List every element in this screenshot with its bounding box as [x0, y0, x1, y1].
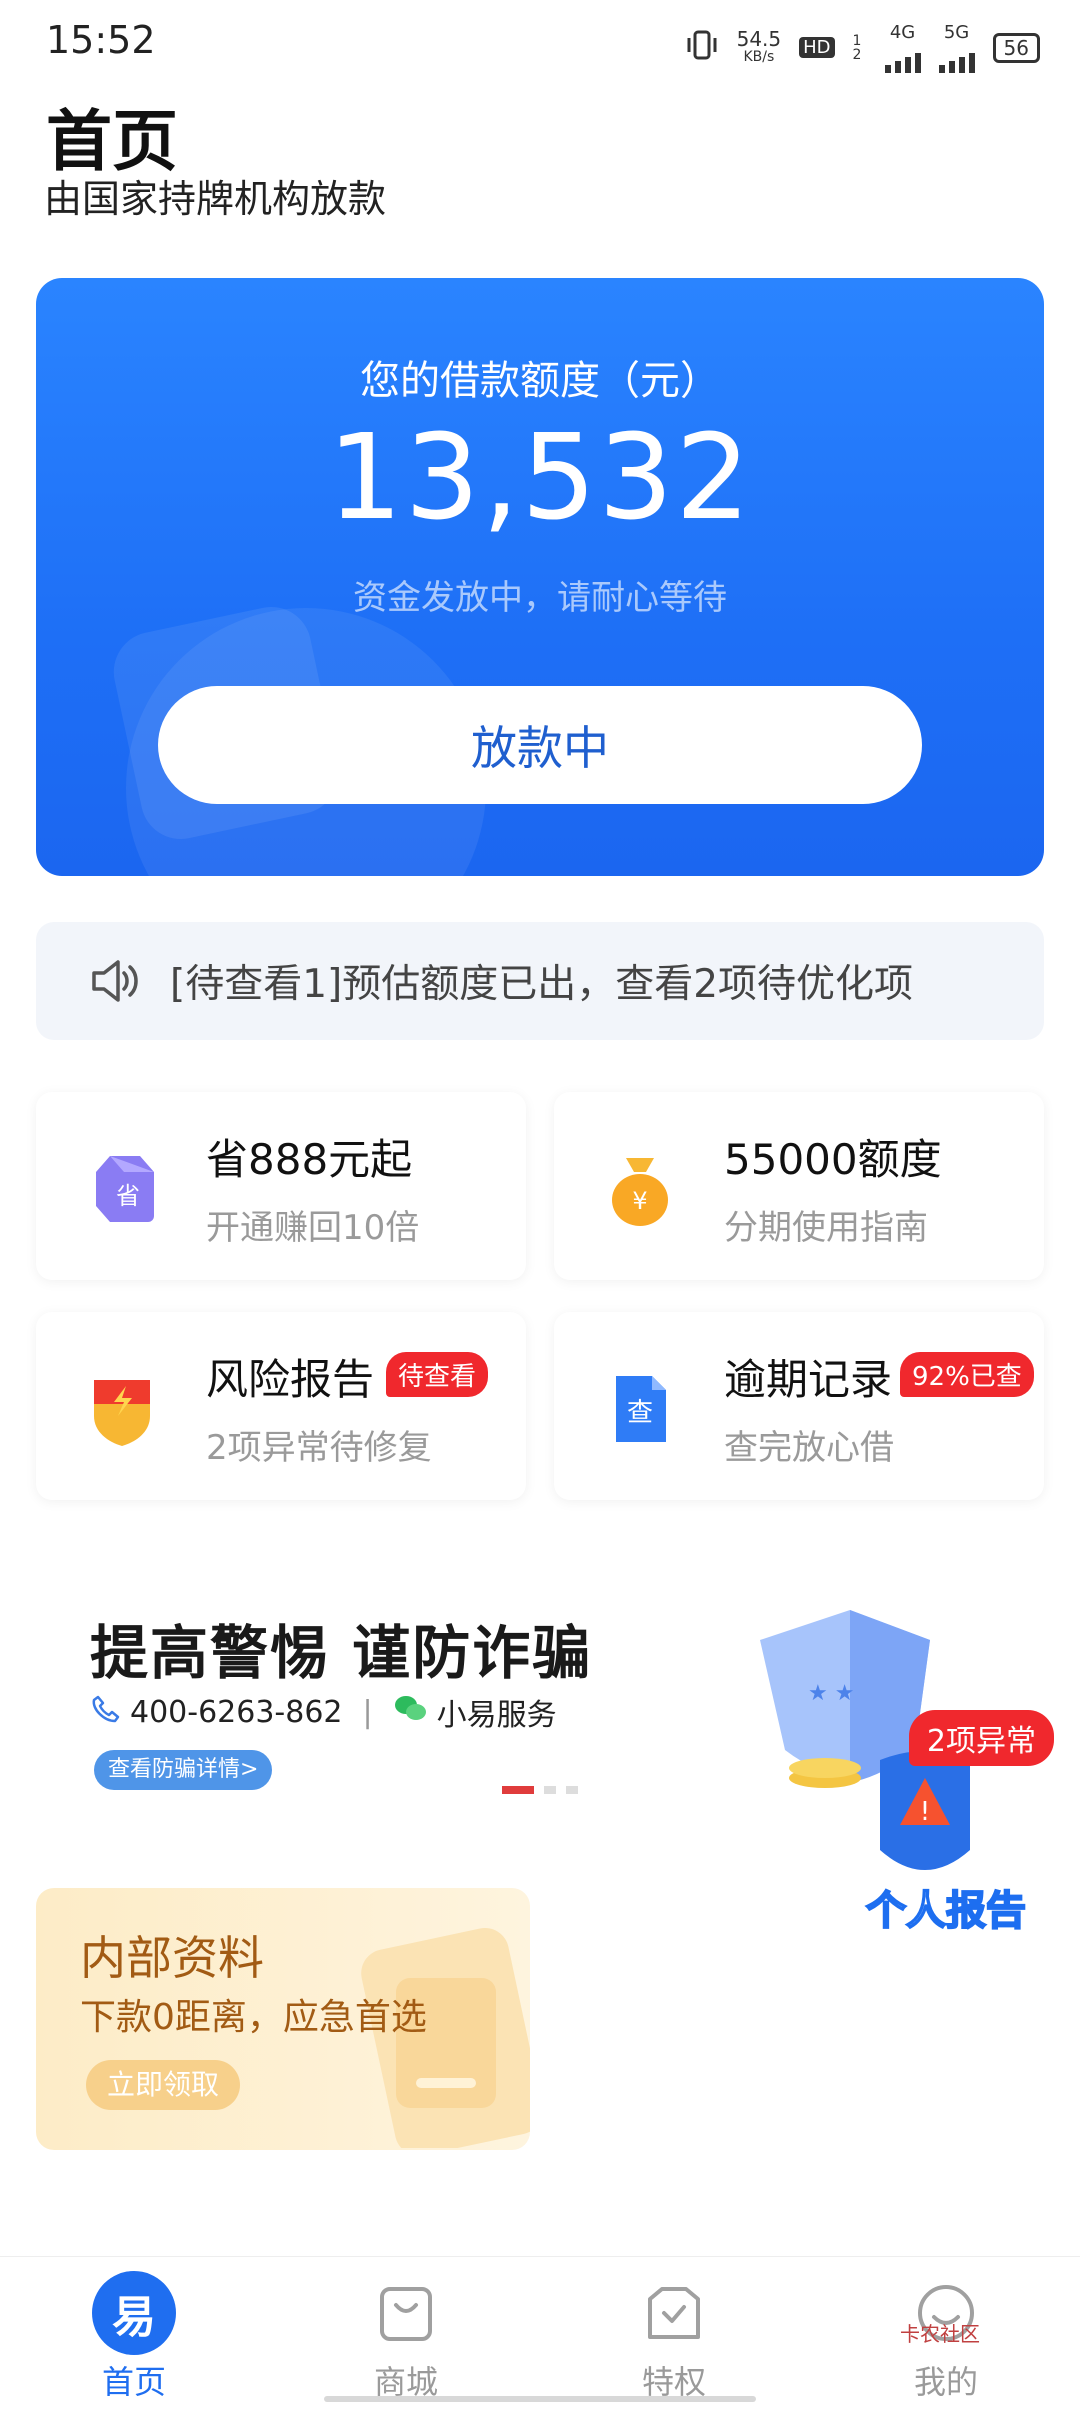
status-icons: 54.5 KB/s HD 1 2 4G 5G 56 — [685, 22, 1040, 73]
internal-data-card[interactable]: 内部资料 下款0距离，应急首选 立即领取 — [36, 1888, 530, 2150]
card-subtitle: 开通赚回10倍 — [206, 1208, 420, 1248]
watermark-logo: 卡农社区 — [900, 2322, 980, 2346]
card-subtitle: 2项异常待修复 — [206, 1428, 432, 1468]
signal-icon-2 — [938, 43, 975, 73]
claim-now-button[interactable]: 立即领取 — [86, 2060, 240, 2110]
loan-amount-label: 您的借款额度（元） — [360, 358, 720, 404]
battery-indicator: 56 — [992, 32, 1040, 63]
tag-icon: 省 — [80, 1146, 164, 1230]
card-title: 55000额度 — [724, 1135, 942, 1184]
hd-icon: HD — [799, 37, 835, 58]
net-speed: 54.5 — [736, 26, 782, 51]
personal-report-float[interactable]: ✦ ★ ★ ! 2项异常 个人报告 — [700, 1600, 1060, 1935]
shield-icon — [80, 1366, 164, 1450]
savings-card[interactable]: 省 省888元起 开通赚回10倍 — [36, 1092, 526, 1280]
speaker-icon — [84, 951, 144, 1011]
loan-amount-card: 您的借款额度（元） 13,532 资金发放中，请耐心等待 放款中 — [36, 278, 1044, 876]
notice-text: [待查看1]预估额度已出，查看2项待优化项 — [170, 962, 914, 1007]
phone-icon — [90, 1693, 120, 1731]
net-speed-unit: KB/s — [743, 48, 775, 65]
card-subtitle: 分期使用指南 — [724, 1208, 928, 1248]
fraud-warning-title: 提高警惕 谨防诈骗 — [90, 1619, 593, 1687]
checked-badge: 92%已查 — [900, 1352, 1034, 1397]
shopping-bag-icon — [370, 2277, 442, 2349]
card-title: 风险报告 — [206, 1355, 375, 1404]
wechat-icon — [393, 1693, 427, 1731]
anomaly-badge: 2项异常 — [908, 1710, 1054, 1766]
carousel-indicator — [502, 1786, 578, 1794]
loan-status-note: 资金发放中，请耐心等待 — [353, 578, 727, 618]
home-indicator[interactable] — [324, 2396, 756, 2402]
personal-report-label: 个人报告 — [865, 1887, 1027, 1935]
privilege-box-icon — [638, 2277, 710, 2349]
notice-bar[interactable]: [待查看1]预估额度已出，查看2项待优化项 — [36, 922, 1044, 1040]
svg-text:¥: ¥ — [632, 1187, 647, 1215]
hotline-number[interactable]: 400-6263-862 — [130, 1695, 343, 1730]
document-icon-label: 查 — [626, 1398, 653, 1428]
document-icon: 查 — [598, 1366, 682, 1450]
overdue-record-card[interactable]: 查 逾期记录 92%已查 查完放心借 — [554, 1312, 1044, 1500]
home-logo-text: 易 — [112, 2292, 156, 2343]
nav-label: 我的 — [913, 2363, 978, 2401]
fraud-details-button[interactable]: 查看防骗详情> — [94, 1750, 273, 1790]
network-5g-label: 5G — [943, 22, 970, 43]
money-bag-icon: ¥ — [598, 1146, 682, 1230]
vibrate-icon — [685, 30, 719, 66]
risk-report-card[interactable]: 风险报告 待查看 2项异常待修复 — [36, 1312, 526, 1500]
fraud-contact-row: 400-6263-862 | 小易服务 — [90, 1690, 557, 1734]
disbursing-button[interactable]: 放款中 — [158, 686, 922, 804]
credit-guide-card[interactable]: ¥ 55000额度 分期使用指南 — [554, 1092, 1044, 1280]
nav-item-privileges[interactable]: 特权 — [584, 2277, 764, 2403]
service-name[interactable]: 小易服务 — [437, 1690, 557, 1734]
svg-text:省: 省 — [116, 1182, 140, 1210]
card-title: 逾期记录 — [724, 1355, 893, 1404]
internal-data-title: 内部资料 — [80, 1931, 264, 1985]
status-time: 15:52 — [46, 18, 156, 62]
sim-slots: 1 2 — [852, 32, 862, 63]
svg-text:!: ! — [920, 1797, 930, 1827]
nav-item-home[interactable]: 易 首页 — [44, 2271, 224, 2403]
internal-data-subtitle: 下款0距离，应急首选 — [80, 1997, 427, 2038]
card-subtitle: 查完放心借 — [724, 1428, 894, 1468]
svg-text:★ ★: ★ ★ — [808, 1681, 854, 1706]
nav-label: 首页 — [101, 2363, 166, 2401]
pending-badge: 待查看 — [386, 1352, 489, 1397]
home-logo-icon: 易 — [92, 2271, 176, 2355]
card-title: 省888元起 — [206, 1135, 413, 1184]
nav-item-mall[interactable]: 商城 — [316, 2277, 496, 2403]
signal-icon — [884, 43, 921, 73]
network-4g-label: 4G — [889, 22, 916, 43]
page-subtitle: 由国家持牌机构放款 — [44, 177, 387, 221]
loan-amount-value: 13,532 — [327, 408, 753, 546]
